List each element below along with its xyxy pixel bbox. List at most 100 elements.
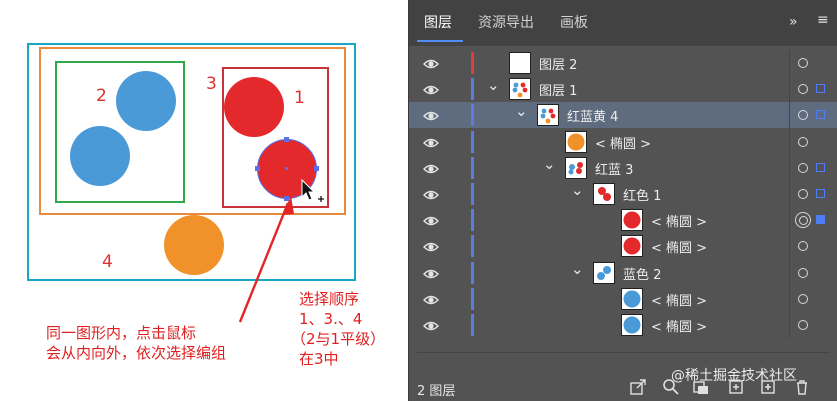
panel-tabbar: 图层 资源导出 画板 » ≡	[409, 0, 837, 46]
layer-name[interactable]: 红色 1	[623, 185, 661, 204]
chevron-down-icon[interactable]: ⌄	[571, 260, 584, 278]
column-divider	[789, 181, 790, 207]
layer-color-bar	[471, 183, 474, 205]
blue-circle-top[interactable]	[116, 71, 176, 131]
overflow-icon[interactable]: »	[789, 14, 798, 30]
layer-color-bar	[471, 52, 474, 74]
layer-row[interactable]: < 椭圆 >	[409, 312, 837, 338]
layer-color-bar	[471, 261, 474, 284]
column-divider	[789, 50, 790, 76]
target-icon[interactable]	[798, 136, 808, 147]
layer-row[interactable]: ⌄ 蓝色 2	[409, 259, 837, 286]
layer-row[interactable]: ⌄ 红蓝 3	[409, 154, 837, 181]
selection-indicator[interactable]	[816, 189, 825, 198]
eye-icon[interactable]	[423, 135, 439, 149]
group-number-4: 4	[102, 252, 113, 272]
column-divider	[789, 154, 790, 181]
layer-name[interactable]: 图层 2	[539, 54, 577, 73]
target-icon[interactable]	[798, 110, 808, 121]
target-icon[interactable]	[798, 189, 808, 199]
layer-row[interactable]: < 椭圆 >	[409, 207, 837, 234]
layer-thumbnail	[537, 104, 559, 127]
layer-row[interactable]: < 椭圆 >	[409, 285, 837, 312]
chevron-down-icon[interactable]: ⌄	[543, 155, 556, 173]
eye-icon[interactable]	[423, 239, 439, 253]
layer-row[interactable]: ⌄ 图层 1	[409, 76, 837, 103]
layer-count: 2 图层	[417, 384, 456, 399]
column-divider	[789, 233, 790, 260]
layer-color-bar	[471, 209, 474, 232]
layer-color-bar	[471, 156, 474, 179]
tab-asset-export[interactable]: 资源导出	[478, 12, 534, 34]
layer-thumbnail	[621, 314, 643, 336]
layer-color-bar	[471, 314, 474, 336]
group-number-3: 3	[206, 74, 217, 94]
group-number-2: 2	[96, 86, 107, 106]
note-left: 同一图形内，点击鼠标 会从内向外，依次选择编组	[46, 324, 227, 362]
layer-name[interactable]: < 椭圆 >	[651, 290, 707, 309]
artboard-canvas[interactable]: 2 3 1 4 同一图形内，点击鼠标 会从内向外，依次选择编组 选择顺序 1、3…	[0, 0, 408, 401]
eye-icon[interactable]	[423, 56, 439, 70]
note-right: 选择顺序 1、3.、4 （2与1平级） 在3中	[291, 290, 386, 368]
layer-row[interactable]: ⌄ 红蓝黄 4	[409, 102, 837, 129]
footer-divider	[417, 352, 830, 353]
layer-color-bar	[471, 287, 474, 310]
column-divider	[789, 128, 790, 155]
layers-panel: 图层 资源导出 画板 » ≡ 图层 2 ⌄ 图层 1 ⌄ 红蓝黄 4 < 椭圆 > ⌄ 红蓝 …	[408, 0, 837, 401]
column-divider	[789, 207, 790, 234]
selection-indicator[interactable]	[816, 84, 825, 94]
target-icon[interactable]	[798, 58, 808, 68]
layer-name[interactable]: 图层 1	[539, 80, 577, 99]
layer-name[interactable]: 红蓝 3	[595, 159, 633, 178]
target-icon[interactable]	[798, 162, 808, 173]
red-circle-top[interactable]	[224, 77, 284, 137]
eye-icon[interactable]	[423, 266, 439, 280]
layer-name[interactable]: 红蓝黄 4	[567, 106, 618, 125]
layer-name[interactable]: 蓝色 2	[623, 264, 661, 283]
layer-row[interactable]: < 椭圆 >	[409, 233, 837, 260]
eye-icon[interactable]	[423, 292, 439, 306]
eye-icon[interactable]	[423, 108, 439, 122]
chevron-down-icon[interactable]: ⌄	[571, 181, 584, 199]
chevron-down-icon[interactable]: ⌄	[487, 76, 500, 94]
layer-thumbnail	[621, 209, 643, 232]
layer-name[interactable]: < 椭圆 >	[651, 316, 707, 335]
layer-thumbnail	[593, 183, 615, 205]
selection-indicator[interactable]	[816, 215, 825, 225]
target-icon[interactable]	[798, 84, 808, 95]
tab-artboards[interactable]: 画板	[560, 12, 588, 34]
layer-thumbnail	[621, 287, 643, 310]
column-divider	[789, 76, 790, 103]
layer-color-bar	[471, 235, 474, 258]
eye-icon[interactable]	[423, 213, 439, 227]
target-icon[interactable]	[798, 320, 808, 330]
selection-indicator[interactable]	[816, 110, 825, 120]
eye-icon[interactable]	[423, 161, 439, 175]
layer-name[interactable]: < 椭圆 >	[651, 237, 707, 256]
panel-menu-icon[interactable]: ≡	[817, 12, 829, 28]
column-divider	[789, 259, 790, 286]
layer-row[interactable]: < 椭圆 >	[409, 128, 837, 155]
red-circle-selected[interactable]	[257, 139, 317, 199]
eye-icon[interactable]	[423, 318, 439, 332]
group-number-1: 1	[294, 88, 305, 108]
layer-thumbnail	[565, 156, 587, 179]
target-icon[interactable]	[798, 293, 808, 304]
layer-color-bar	[471, 130, 474, 153]
orange-circle[interactable]	[164, 215, 224, 275]
export-icon[interactable]	[629, 378, 647, 396]
column-divider	[789, 102, 790, 129]
chevron-down-icon[interactable]: ⌄	[515, 102, 528, 120]
layer-row[interactable]: ⌄ 红色 1	[409, 181, 837, 207]
layer-row[interactable]: 图层 2	[409, 50, 837, 76]
eye-icon[interactable]	[423, 82, 439, 96]
layer-name[interactable]: < 椭圆 >	[651, 211, 707, 230]
tab-layers[interactable]: 图层	[424, 12, 452, 34]
blue-circle-bottom[interactable]	[70, 126, 130, 186]
eye-icon[interactable]	[423, 187, 439, 201]
target-icon[interactable]	[798, 241, 808, 252]
target-icon[interactable]	[795, 212, 811, 229]
selection-indicator[interactable]	[816, 162, 825, 172]
target-icon[interactable]	[798, 267, 808, 278]
layer-name[interactable]: < 椭圆 >	[595, 133, 651, 152]
